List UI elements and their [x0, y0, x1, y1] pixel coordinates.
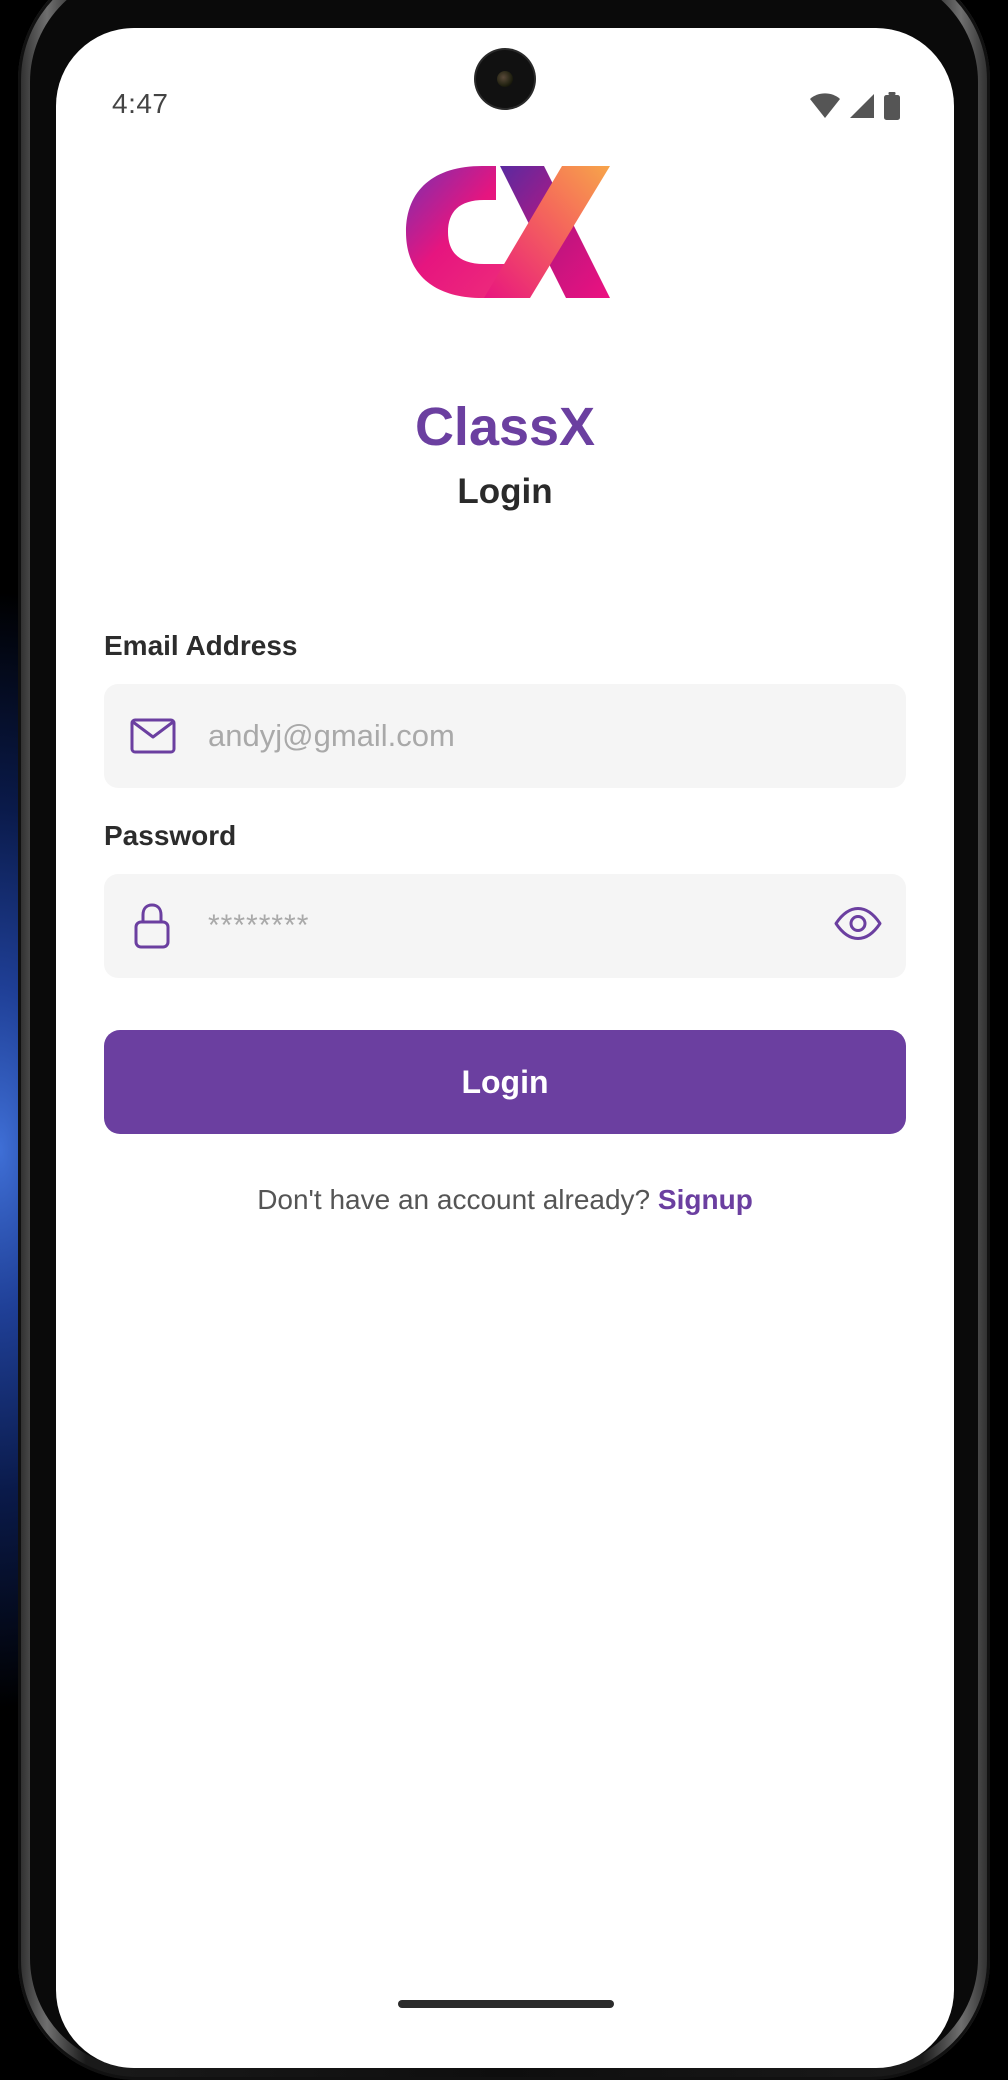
lock-icon	[134, 903, 170, 949]
cellular-signal-icon	[850, 94, 874, 118]
login-button[interactable]: Login	[104, 1030, 906, 1134]
email-label: Email Address	[104, 630, 298, 661]
screen: 4:47 ClassX Login Email Address andyj@gm…	[56, 28, 954, 2068]
home-indicator[interactable]	[398, 2000, 614, 2008]
password-input[interactable]: ********	[208, 909, 309, 943]
password-label: Password	[104, 820, 237, 851]
signup-link[interactable]: Signup	[658, 1184, 753, 1215]
email-input[interactable]: andyj@gmail.com	[208, 718, 455, 754]
signup-prompt-text: Don't have an account already?	[257, 1184, 651, 1215]
classx-logo	[406, 166, 610, 298]
front-camera	[476, 50, 534, 108]
app-title: ClassX	[414, 397, 596, 457]
mail-icon	[130, 718, 176, 754]
signup-prompt: Don't have an account already? Signup	[56, 1184, 954, 1216]
status-icons	[810, 92, 900, 120]
wifi-icon	[810, 93, 840, 118]
screen-title: Login	[457, 472, 553, 511]
battery-icon	[884, 92, 900, 120]
status-time: 4:47	[112, 88, 169, 119]
email-field[interactable]: andyj@gmail.com	[104, 684, 906, 788]
password-field[interactable]: ********	[104, 874, 906, 978]
eye-icon[interactable]	[834, 907, 882, 946]
